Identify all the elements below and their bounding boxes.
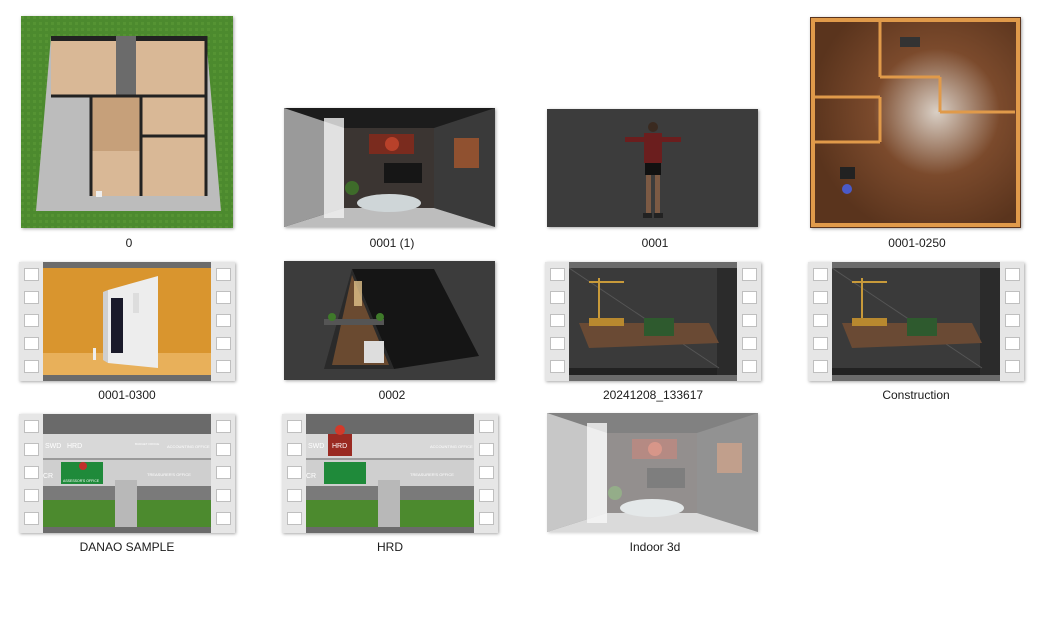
file-name: 0002 [378, 388, 406, 402]
video-thumbnail-icon: SWD HRD ACCOUNTING OFFICE CR TREASURER'S… [282, 414, 498, 533]
file-name: 0001 (1) [369, 236, 415, 250]
a-frame-house-thumbnail-icon [284, 261, 495, 380]
video-thumbnail-icon [808, 262, 1024, 381]
svg-text:ACCOUNTING OFFICE: ACCOUNTING OFFICE [167, 444, 210, 449]
character-tpose-thumbnail-icon [547, 109, 758, 227]
wood-floorplan-thumbnail-icon [810, 17, 1021, 228]
svg-text:SWD: SWD [45, 443, 61, 450]
svg-text:SWD: SWD [308, 443, 324, 450]
file-name: HRD [377, 540, 403, 554]
file-name: DANAO SAMPLE [79, 540, 175, 554]
svg-text:TREASURER'S OFFICE: TREASURER'S OFFICE [147, 472, 191, 477]
svg-text:TREASURER'S OFFICE: TREASURER'S OFFICE [410, 472, 454, 477]
file-name: 0001-0300 [98, 388, 156, 402]
svg-text:CR: CR [43, 473, 53, 480]
video-thumbnail-icon [19, 262, 235, 381]
svg-text:BUDGET OFFICE: BUDGET OFFICE [135, 442, 159, 446]
file-name: 0001-0250 [888, 236, 946, 250]
file-name: 0001 [641, 236, 669, 250]
svg-text:CR: CR [306, 473, 316, 480]
interior-render-thumbnail-icon [284, 108, 495, 227]
file-name: Construction [882, 388, 950, 402]
svg-text:ASSESSOR'S OFFICE: ASSESSOR'S OFFICE [63, 479, 100, 483]
video-thumbnail-icon: SWD HRD BUDGET OFFICE ACCOUNTING OFFICE … [19, 414, 235, 533]
svg-text:HRD: HRD [67, 443, 82, 450]
file-name: 0 [125, 236, 133, 250]
file-name: Indoor 3d [629, 540, 681, 554]
video-thumbnail-icon [545, 262, 761, 381]
svg-text:HRD: HRD [332, 443, 347, 450]
floorplan-thumbnail-icon [21, 16, 233, 228]
interior-render-thumbnail-icon [547, 413, 758, 532]
file-name: 20241208_133617 [602, 388, 704, 402]
svg-text:ACCOUNTING OFFICE: ACCOUNTING OFFICE [430, 444, 473, 449]
